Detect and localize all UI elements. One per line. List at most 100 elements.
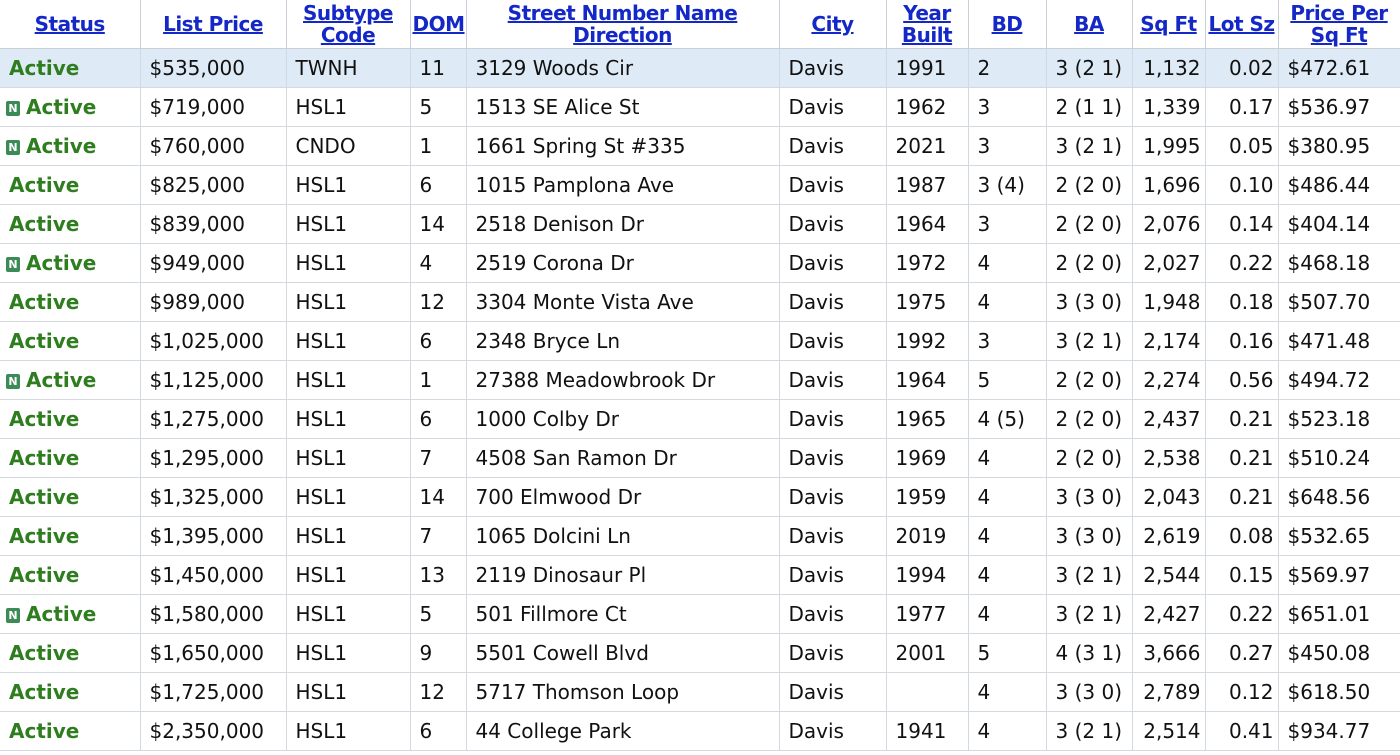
status-text[interactable]: Active [9, 56, 79, 80]
city-cell: Davis [779, 87, 887, 127]
subtype-code-cell: HSL1 [286, 438, 411, 478]
table-row[interactable]: Active $535,000 TWNH 11 3129 Woods Cir Davis 1… [0, 48, 1400, 88]
list-price-cell: $1,025,000 [140, 321, 287, 361]
column-header-subtype-code[interactable]: Subtype Code [286, 0, 411, 49]
status-text[interactable]: Active [26, 602, 96, 626]
bathrooms-cell: 3 (2 1) [1046, 594, 1133, 634]
list-price-cell: $760,000 [140, 126, 287, 166]
street-address-cell: 1065 Dolcini Ln [466, 516, 780, 556]
status-text[interactable]: Active [9, 290, 79, 314]
sq-ft-cell: 2,076 [1132, 204, 1206, 244]
dom-cell: 5 [410, 87, 467, 127]
sort-link-lot-sz[interactable]: Lot Sz [1208, 12, 1275, 36]
status-text[interactable]: Active [9, 563, 79, 587]
header-row: Status List Price Subtype Code DOM Stree… [0, 0, 1400, 49]
status-cell: Active [0, 438, 141, 478]
table-row[interactable]: Active $1,395,000 HSL1 7 1065 Dolcini Ln Davi… [0, 516, 1400, 556]
list-price-cell: $1,725,000 [140, 672, 287, 712]
column-header-price-per-sq-ft[interactable]: Price Per Sq Ft [1278, 0, 1400, 49]
sort-link-city[interactable]: City [811, 12, 854, 36]
year-built-cell: 1994 [886, 555, 969, 595]
street-address-cell: 1000 Colby Dr [466, 399, 780, 439]
list-price-cell: $1,580,000 [140, 594, 287, 634]
city-cell: Davis [779, 711, 887, 751]
subtype-code-cell: HSL1 [286, 282, 411, 322]
column-header-ba[interactable]: BA [1046, 0, 1133, 49]
table-row[interactable]: Active $1,650,000 HSL1 9 5501 Cowell Blvd Dav… [0, 633, 1400, 673]
table-row[interactable]: N Active $760,000 CNDO 1 1661 Spring St #335 D… [0, 126, 1400, 166]
sort-link-price-per-sq-ft[interactable]: Price Per Sq Ft [1290, 1, 1388, 47]
list-price-cell: $1,450,000 [140, 555, 287, 595]
new-listing-icon: N [6, 374, 20, 389]
column-header-status[interactable]: Status [0, 0, 141, 49]
sort-link-street[interactable]: Street Number Name Direction [508, 1, 738, 47]
price-per-sq-ft-cell: $486.44 [1278, 165, 1400, 205]
status-text[interactable]: Active [9, 407, 79, 431]
table-row[interactable]: Active $1,295,000 HSL1 7 4508 San Ramon Dr Da… [0, 438, 1400, 478]
table-row[interactable]: N Active $1,580,000 HSL1 5 501 Fillmore Ct Dav… [0, 594, 1400, 634]
list-price-cell: $1,325,000 [140, 477, 287, 517]
sort-link-list-price[interactable]: List Price [163, 12, 263, 36]
table-row[interactable]: N Active $949,000 HSL1 4 2519 Corona Dr Davis 1… [0, 243, 1400, 283]
status-text[interactable]: Active [9, 719, 79, 743]
sort-link-ba[interactable]: BA [1074, 12, 1104, 36]
status-text[interactable]: Active [9, 641, 79, 665]
table-row[interactable]: N Active $719,000 HSL1 5 1513 SE Alice St Davi… [0, 87, 1400, 127]
status-text[interactable]: Active [9, 680, 79, 704]
table-row[interactable]: Active $839,000 HSL1 14 2518 Denison Dr Davis… [0, 204, 1400, 244]
sort-link-status[interactable]: Status [35, 12, 106, 36]
subtype-code-cell: HSL1 [286, 594, 411, 634]
status-text[interactable]: Active [26, 134, 96, 158]
dom-cell: 11 [410, 48, 467, 88]
status-text[interactable]: Active [26, 251, 96, 275]
column-header-lot-sz[interactable]: Lot Sz [1205, 0, 1279, 49]
bathrooms-cell: 3 (2 1) [1046, 555, 1133, 595]
status-text[interactable]: Active [26, 368, 96, 392]
column-header-bd[interactable]: BD [968, 0, 1047, 49]
lot-size-cell: 0.17 [1205, 87, 1279, 127]
table-row[interactable]: Active $1,450,000 HSL1 13 2119 Dinosaur Pl Da… [0, 555, 1400, 595]
table-row[interactable]: Active $1,025,000 HSL1 6 2348 Bryce Ln Davis 1… [0, 321, 1400, 361]
new-listing-icon: N [6, 608, 20, 623]
table-row[interactable]: Active $1,275,000 HSL1 6 1000 Colby Dr Davis 1… [0, 399, 1400, 439]
status-text[interactable]: Active [9, 524, 79, 548]
subtype-code-cell: HSL1 [286, 477, 411, 517]
column-header-list-price[interactable]: List Price [140, 0, 287, 49]
table-row[interactable]: Active $989,000 HSL1 12 3304 Monte Vista Ave… [0, 282, 1400, 322]
sort-link-subtype-code[interactable]: Subtype Code [303, 1, 393, 47]
sq-ft-cell: 1,696 [1132, 165, 1206, 205]
column-header-year-built[interactable]: Year Built [886, 0, 969, 49]
lot-size-cell: 0.14 [1205, 204, 1279, 244]
sort-link-dom[interactable]: DOM [413, 12, 466, 36]
year-built-cell: 1941 [886, 711, 969, 751]
status-text[interactable]: Active [9, 173, 79, 197]
year-built-cell: 1992 [886, 321, 969, 361]
dom-cell: 7 [410, 516, 467, 556]
status-text[interactable]: Active [9, 485, 79, 509]
column-header-dom[interactable]: DOM [410, 0, 467, 49]
table-row[interactable]: Active $2,350,000 HSL1 6 44 College Park Davi… [0, 711, 1400, 751]
sort-link-bd[interactable]: BD [992, 12, 1023, 36]
column-header-sq-ft[interactable]: Sq Ft [1132, 0, 1206, 49]
table-row[interactable]: Active $825,000 HSL1 6 1015 Pamplona Ave Davi… [0, 165, 1400, 205]
bedrooms-cell: 4 [968, 438, 1047, 478]
subtype-code-cell: HSL1 [286, 243, 411, 283]
status-text[interactable]: Active [9, 446, 79, 470]
column-header-street[interactable]: Street Number Name Direction [466, 0, 780, 49]
status-text[interactable]: Active [9, 329, 79, 353]
table-row[interactable]: Active $1,725,000 HSL1 12 5717 Thomson Loop D… [0, 672, 1400, 712]
year-built-cell: 1964 [886, 360, 969, 400]
status-text[interactable]: Active [26, 95, 96, 119]
status-text[interactable]: Active [9, 212, 79, 236]
year-built-cell: 1969 [886, 438, 969, 478]
column-header-city[interactable]: City [779, 0, 887, 49]
sort-link-year-built[interactable]: Year Built [902, 1, 953, 47]
bathrooms-cell: 3 (3 0) [1046, 477, 1133, 517]
lot-size-cell: 0.15 [1205, 555, 1279, 595]
status-cell: Active [0, 165, 141, 205]
sort-link-sq-ft[interactable]: Sq Ft [1140, 12, 1197, 36]
table-row[interactable]: Active $1,325,000 HSL1 14 700 Elmwood Dr Davi… [0, 477, 1400, 517]
list-price-cell: $989,000 [140, 282, 287, 322]
table-row[interactable]: N Active $1,125,000 HSL1 1 27388 Meadowbrook … [0, 360, 1400, 400]
price-per-sq-ft-cell: $532.65 [1278, 516, 1400, 556]
